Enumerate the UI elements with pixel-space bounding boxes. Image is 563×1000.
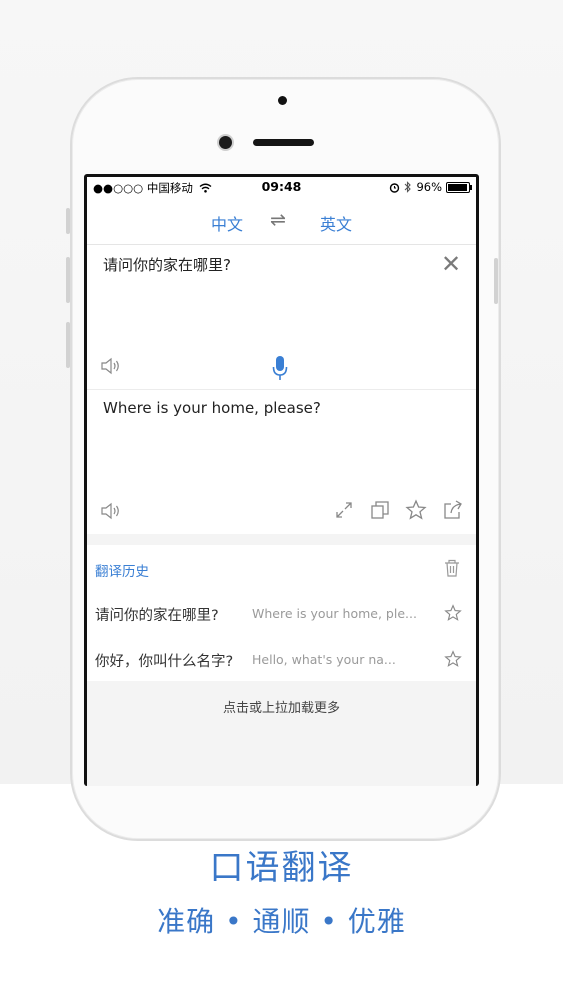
- volume-up-button: [66, 257, 70, 303]
- status-right: 96%: [389, 180, 472, 194]
- language-bar: 中文 ⇌ 英文: [87, 199, 476, 245]
- target-language-button[interactable]: 英文: [320, 211, 352, 235]
- star-icon[interactable]: [444, 604, 462, 622]
- source-text-input[interactable]: 请问你的家在哪里?: [103, 254, 231, 275]
- history-target-text: Where is your home, ple...: [252, 606, 417, 621]
- swap-icon[interactable]: ⇌: [270, 209, 286, 231]
- panel-divider: [87, 389, 476, 390]
- history-target-text: Hello, what's your na...: [252, 652, 396, 667]
- volume-down-button: [66, 322, 70, 368]
- battery-percent: 96%: [416, 180, 442, 194]
- speaker-icon[interactable]: [100, 502, 122, 520]
- load-more-button[interactable]: 点击或上拉加载更多: [87, 697, 476, 716]
- battery-icon: [446, 181, 472, 193]
- history-source-text: 你好，你叫什么名字?: [95, 654, 234, 670]
- star-icon[interactable]: [444, 650, 462, 668]
- caption-title: 口语翻译: [209, 848, 354, 888]
- speaker-icon[interactable]: [100, 357, 122, 375]
- microphone-icon[interactable]: [272, 355, 288, 381]
- trash-icon[interactable]: [443, 558, 461, 578]
- history-source-text: 请问你的家在哪里?: [95, 608, 219, 624]
- alarm-icon: [390, 182, 400, 193]
- translation-output: Where is your home, please?: [103, 399, 321, 417]
- earpiece-speaker: [253, 139, 314, 146]
- status-bar: ●●○○○ 中国移动 09:48 96%: [87, 177, 476, 199]
- bluetooth-icon: [405, 181, 412, 193]
- history-row[interactable]: 你好，你叫什么名字? Hello, what's your na...: [87, 638, 476, 682]
- proximity-sensor: [278, 96, 287, 105]
- power-button: [494, 258, 498, 304]
- app-screen: ●●○○○ 中国移动 09:48 96% 中文 ⇌ 英文 请问你的家在哪里? ✕: [87, 177, 476, 786]
- mute-switch: [66, 208, 70, 234]
- star-icon[interactable]: [405, 499, 427, 521]
- history-title: 翻译历史: [95, 564, 149, 580]
- close-icon[interactable]: ✕: [441, 252, 461, 276]
- copy-icon[interactable]: [369, 499, 391, 521]
- caption-subtitle: 准确 • 通顺 • 优雅: [157, 905, 406, 938]
- share-icon[interactable]: [442, 499, 464, 521]
- front-camera: [219, 136, 232, 149]
- history-row[interactable]: 请问你的家在哪里? Where is your home, ple...: [87, 592, 476, 636]
- expand-icon[interactable]: [333, 499, 355, 521]
- source-language-button[interactable]: 中文: [211, 211, 243, 235]
